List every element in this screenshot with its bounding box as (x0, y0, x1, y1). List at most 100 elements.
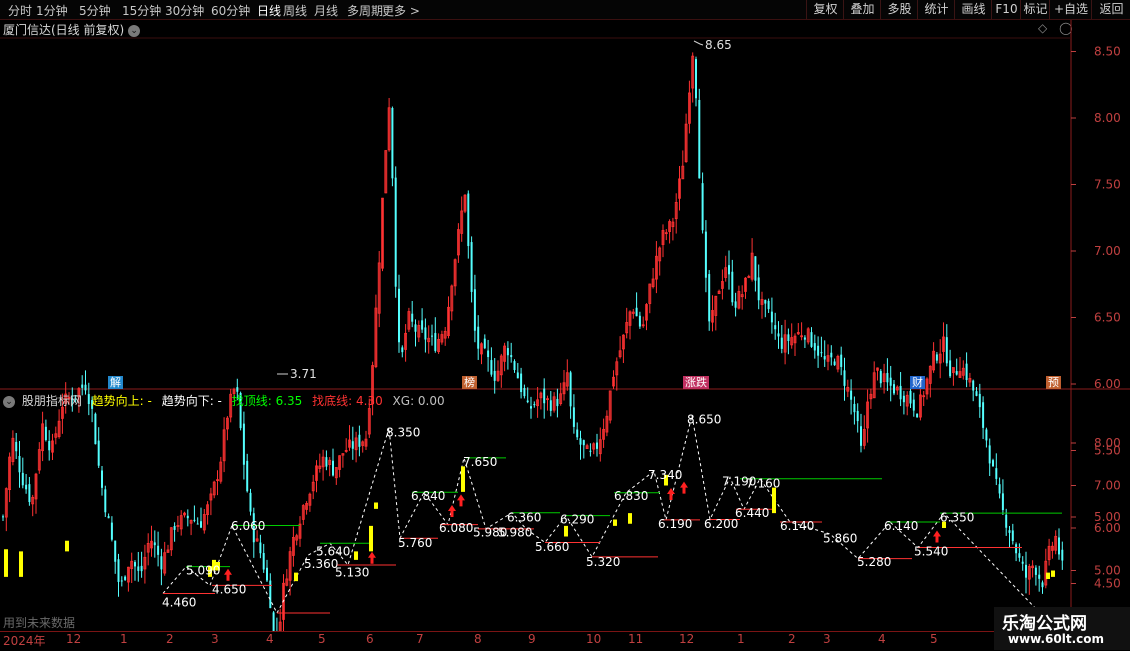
candle-body (1011, 530, 1014, 541)
price-tick-label: 7.00 (1094, 244, 1121, 258)
candle-body (259, 542, 262, 554)
time-axis-label: 2 (788, 632, 796, 646)
candle-body (351, 441, 354, 449)
zigzag-value-label: 8.650 (687, 413, 721, 427)
candle-body (817, 345, 820, 356)
candle-body (246, 460, 249, 492)
chart-canvas[interactable]: 8.65 3.71 4.460 5.090 4.650 6.060 5.3605.640 5… (0, 0, 1130, 650)
candle-body (173, 525, 176, 530)
time-axis-label: 9 (528, 632, 536, 646)
candle-body (998, 484, 1001, 494)
candle-body (754, 256, 757, 281)
candle-body (589, 450, 592, 452)
candle-body (104, 489, 107, 513)
candle-body (596, 442, 598, 449)
event-label[interactable]: 财 (910, 376, 925, 389)
time-axis-label: 6 (366, 632, 374, 646)
event-label[interactable]: 榜 (462, 376, 477, 389)
zigzag-value-label: 5.360 (304, 557, 338, 571)
zigzag-value-label: 6.080 (439, 521, 473, 535)
candle-body (513, 361, 516, 371)
candle-body (97, 440, 100, 466)
zigzag-value-label: 8.350 (386, 425, 420, 439)
high-marker-arrow (693, 40, 704, 46)
candle-body (638, 315, 641, 327)
candle-body (120, 580, 123, 582)
candle-body (160, 556, 163, 570)
candle-body (780, 337, 783, 349)
candle-body (2, 516, 4, 518)
candle-body (853, 403, 856, 413)
candle-body (843, 370, 846, 386)
zigzag-value-label: 5.660 (535, 540, 569, 554)
zigzag-value-label: 7.650 (463, 455, 497, 469)
candle-body (15, 441, 18, 452)
candle-body (728, 265, 730, 275)
candle-body (695, 59, 697, 99)
candle-body (820, 352, 823, 354)
candle-body (823, 356, 826, 360)
zigzag-value-label: 5.540 (914, 544, 948, 558)
candle-body (893, 384, 895, 394)
candle-body (101, 470, 103, 488)
time-axis-label: 2024年 (3, 634, 46, 648)
event-label[interactable]: 解 (108, 376, 123, 389)
zigzag-value-label: 6.140 (884, 519, 918, 533)
zigzag-value-label: 5.980 (498, 525, 532, 539)
candle-body (490, 360, 493, 375)
candle-body (153, 542, 156, 546)
candle-body (424, 327, 427, 340)
candle-body (411, 313, 414, 322)
candle-body (810, 332, 813, 347)
candle-body (200, 521, 202, 528)
candle-body (1018, 553, 1021, 558)
low-price-label: 3.71 (290, 367, 317, 381)
candle-body (398, 288, 400, 343)
chevron-down-icon[interactable]: ⌄ (3, 395, 15, 408)
zigzag-value-label: 6.190 (658, 517, 692, 531)
event-label[interactable]: 涨跌 (683, 376, 709, 389)
buy-arrow-icon (933, 530, 941, 543)
top-line-value: 找顶线: 6.35 (231, 394, 303, 408)
indicator-tick-label: 6.00 (1094, 521, 1121, 535)
time-axis-label: 5 (930, 632, 938, 646)
time-axis-label: 4 (266, 632, 274, 646)
candle-body (850, 390, 853, 400)
zigzag-value-label: 5.860 (823, 532, 857, 546)
time-axis-label: 1 (737, 632, 745, 646)
candle-body (391, 108, 394, 179)
candle-body (902, 395, 905, 403)
time-axis-label: 11 (628, 632, 644, 646)
candle-body (262, 553, 265, 570)
signal-bar (461, 466, 465, 492)
zigzag-value-label: 6.350 (940, 510, 974, 524)
watermark-url: www.60lt.com (1008, 632, 1105, 646)
candle-body (698, 99, 701, 179)
buy-arrow-icon (457, 494, 465, 507)
event-label[interactable]: 预 (1046, 376, 1061, 389)
time-axis-label: 12 (679, 632, 695, 646)
candle-body (582, 440, 585, 446)
watermark: 乐淘公式网 www.60lt.com (994, 607, 1130, 650)
candle-body (510, 355, 513, 358)
zigzag-value-label: 6.440 (735, 506, 769, 520)
candle-body (533, 404, 536, 406)
zigzag-value-label: 5.090 (186, 564, 220, 578)
zigzag-value-label: 6.290 (560, 513, 594, 527)
zigzag-value-label: 4.460 (162, 595, 196, 609)
candle-body (114, 540, 117, 562)
signal-bar (772, 487, 776, 514)
candle-body (493, 370, 496, 381)
candle-body (830, 352, 833, 358)
candle-body (394, 177, 397, 287)
candle-body (1034, 567, 1037, 575)
candle-body (421, 320, 424, 330)
candle-body (48, 441, 51, 451)
candle-body (856, 410, 859, 422)
candle-body (764, 299, 767, 304)
zigzag-value-label: 6.360 (507, 510, 541, 524)
candle-body (1061, 549, 1064, 561)
candle-body (186, 515, 189, 519)
candle-body (487, 350, 490, 358)
signal-bar (613, 519, 617, 526)
